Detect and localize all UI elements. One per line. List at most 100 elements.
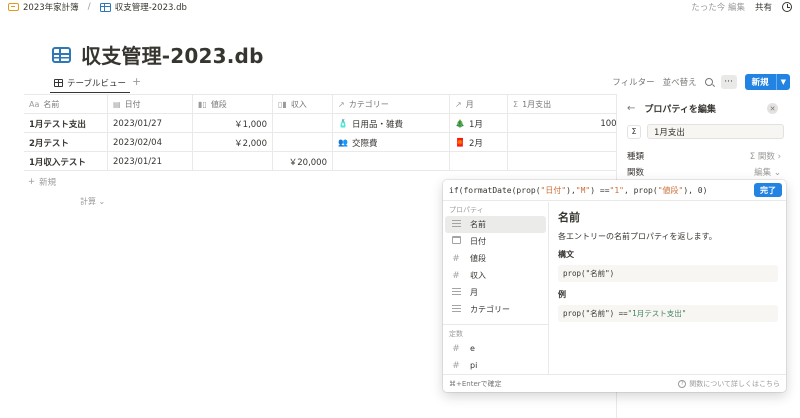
cell-category[interactable]: 🧴 日用品・雑費: [333, 114, 450, 133]
cell-date[interactable]: 2023/02/04: [108, 133, 193, 152]
formula-item-pi[interactable]: # pi: [445, 357, 546, 374]
cell-income[interactable]: [273, 133, 333, 152]
property-formula-row[interactable]: 関数 編集 ⌄: [627, 166, 781, 178]
formula-item-label: pi: [470, 361, 478, 370]
column-label: 値段: [210, 100, 227, 109]
formula-token: , prop(: [623, 185, 658, 195]
month-label: 2月: [468, 138, 483, 149]
formula-edit[interactable]: 編集 ⌄: [754, 166, 781, 178]
column-header-name[interactable]: Aa 名前: [24, 95, 108, 114]
chevron-down-icon: ⌄: [98, 197, 106, 206]
add-view-icon[interactable]: +: [132, 75, 141, 88]
formula-item-category[interactable]: カテゴリー: [445, 301, 546, 318]
text-lines-icon: [451, 287, 461, 295]
column-header-income[interactable]: ▯▮ 収入: [273, 95, 333, 114]
column-label: 1月支出: [522, 100, 552, 109]
new-button-label[interactable]: 新規: [745, 74, 776, 90]
cell-category[interactable]: [333, 152, 450, 171]
help-link-label: 関数について詳しくはこちら: [689, 379, 780, 388]
page-header: 収支管理-2023.db: [52, 40, 264, 69]
cell-jan-expense[interactable]: 1000: [508, 114, 629, 133]
cell-jan-expense[interactable]: 0: [508, 133, 629, 152]
filter-button[interactable]: フィルター: [612, 76, 654, 88]
calendar-icon: ▤: [113, 100, 121, 109]
column-header-jan-expense[interactable]: Σ 1月支出: [508, 95, 629, 114]
formula-string: "M": [575, 185, 591, 195]
column-header-category[interactable]: ↗ カテゴリー: [333, 95, 450, 114]
relation-icon: ↗: [338, 100, 345, 109]
formula-item-price[interactable]: # 値段: [445, 250, 546, 267]
cell-income[interactable]: ￥20,000: [273, 152, 333, 171]
back-arrow-icon[interactable]: ←: [627, 103, 635, 114]
formula-item-label: 日付: [470, 237, 486, 246]
column-label: 収入: [290, 100, 307, 109]
formula-string: "1": [609, 185, 624, 195]
share-button[interactable]: 共有: [755, 1, 772, 13]
tab-table-view[interactable]: テーブルビュー: [50, 73, 130, 93]
done-button[interactable]: 完了: [754, 183, 782, 197]
hash-icon: #: [452, 270, 460, 281]
cell-name[interactable]: 1月テスト支出: [24, 114, 108, 133]
add-row-button[interactable]: + 新規: [28, 176, 56, 188]
cell-name[interactable]: 2月テスト: [24, 133, 108, 152]
formula-item-label: カテゴリー: [470, 305, 510, 314]
table-row[interactable]: 2月テスト 2023/02/04 ￥2,000 👥交際費 🧧2月 0: [24, 133, 622, 152]
formula-item-month[interactable]: 月: [445, 284, 546, 301]
column-header-date[interactable]: ▤ 日付: [108, 95, 193, 114]
cell-jan-expense[interactable]: [508, 152, 629, 171]
chevron-down-icon[interactable]: ▼: [775, 74, 790, 90]
property-type-row[interactable]: 種類 Σ 関数 ›: [627, 150, 781, 162]
column-header-month[interactable]: ↗ 月: [450, 95, 508, 114]
formula-item-label: 値段: [470, 254, 486, 263]
number-icon: ▮▯: [198, 100, 207, 109]
close-icon[interactable]: ✕: [767, 103, 778, 114]
formula-item-label: 収入: [470, 271, 486, 280]
formula-item-e[interactable]: # e: [445, 340, 546, 357]
formula-item-income[interactable]: # 収入: [445, 267, 546, 284]
history-icon[interactable]: [782, 2, 792, 12]
property-name-input[interactable]: 1月支出: [647, 124, 784, 139]
category-label: 日用品・雑費: [351, 119, 403, 130]
cell-month[interactable]: 🎄 1月: [450, 114, 508, 133]
cell-date[interactable]: 2023/01/21: [108, 152, 193, 171]
calculate-button[interactable]: 計算 ⌄: [80, 196, 105, 207]
breadcrumb-parent[interactable]: 2023年家計簿: [23, 1, 79, 13]
formula-input[interactable]: if(formatDate(prop("日付"), "M") == "1", p…: [443, 180, 786, 201]
month-icon: 🧧: [455, 138, 465, 147]
formula-item-name[interactable]: 名前: [445, 216, 546, 233]
cell-price[interactable]: [193, 152, 273, 171]
section-properties: プロパティ: [449, 206, 484, 214]
property-panel-header: ← プロパティを編集: [627, 102, 716, 115]
category-icon: 🧴: [338, 119, 348, 128]
search-icon[interactable]: [704, 78, 713, 86]
table-row[interactable]: 1月収入テスト 2023/01/21 ￥20,000: [24, 152, 616, 171]
formula-token: ) ==: [590, 185, 610, 195]
formula-string: "日付": [540, 185, 567, 195]
table-icon: [99, 2, 111, 12]
cell-price[interactable]: ￥1,000: [193, 114, 273, 133]
breadcrumb-current[interactable]: 収支管理-2023.db: [115, 1, 187, 13]
new-button[interactable]: 新規 ▼: [744, 74, 790, 90]
page-title[interactable]: 収支管理-2023.db: [81, 40, 264, 69]
column-label: 名前: [43, 100, 60, 109]
top-bar: 2023年家計簿 / 収支管理-2023.db たった今 編集 共有: [0, 0, 800, 14]
help-link[interactable]: ? 関数について詳しくはこちら: [678, 379, 780, 389]
cell-date[interactable]: 2023/01/27: [108, 114, 193, 133]
submit-hint: ⌘+Enterで確定: [449, 379, 502, 388]
table-row[interactable]: 1月テスト支出 2023/01/27 ￥1,000 🧴 日用品・雑費 🎄 1月 10…: [24, 114, 622, 133]
cell-month[interactable]: 🧧 2月: [450, 133, 508, 152]
column-header-price[interactable]: ▮▯ 値段: [193, 95, 273, 114]
sigma-icon[interactable]: Σ: [627, 124, 641, 139]
breadcrumb-separator: /: [87, 2, 91, 12]
cell-name[interactable]: 1月収入テスト: [24, 152, 108, 171]
cell-income[interactable]: [273, 114, 333, 133]
top-actions: たった今 編集 共有: [691, 0, 792, 14]
more-button[interactable]: ···: [720, 75, 737, 89]
cell-category[interactable]: 👥 交際費: [333, 133, 450, 152]
table-header: Aa名前 ▤日付 ▮▯値段 ▯▮収入 ↗カテゴリー ↗月 Σ1月支出 +: [24, 95, 641, 114]
type-value[interactable]: Σ 関数 ›: [750, 150, 781, 162]
formula-item-date[interactable]: 日付: [445, 233, 546, 250]
cell-month[interactable]: [450, 152, 508, 171]
cell-price[interactable]: ￥2,000: [193, 133, 273, 152]
sort-button[interactable]: 並べ替え: [663, 76, 697, 88]
